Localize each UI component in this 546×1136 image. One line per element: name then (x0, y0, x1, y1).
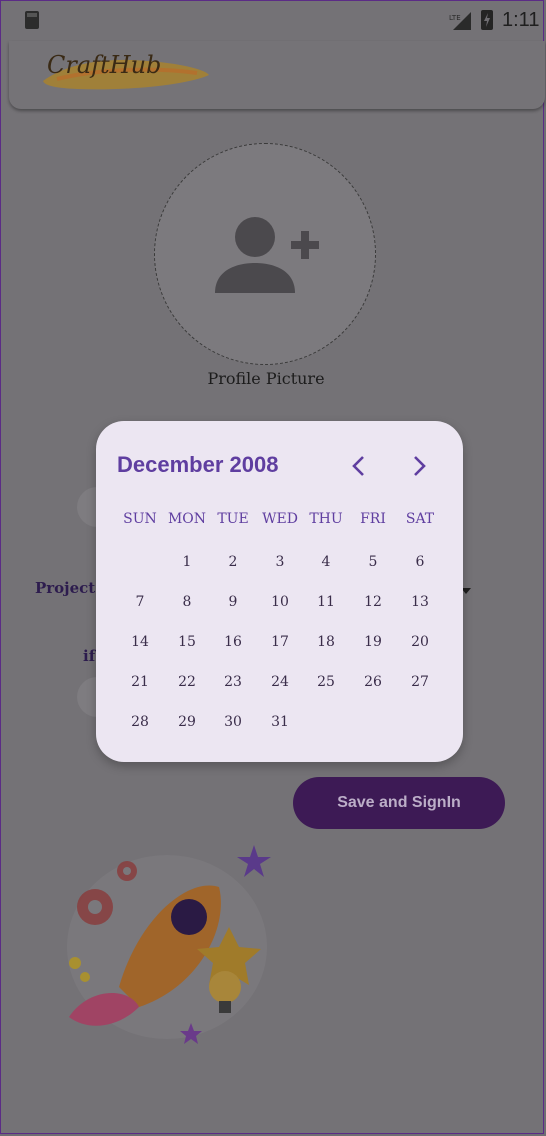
day-cell[interactable]: 28 (117, 709, 163, 735)
day-cell[interactable]: 13 (397, 589, 443, 615)
next-month-button[interactable] (404, 451, 434, 481)
day-cell[interactable]: 15 (164, 629, 210, 655)
day-grid: 1 2 3 4 5 6 7 8 9 10 11 12 13 14 15 16 1… (117, 549, 447, 749)
weekday-header: SUN MON TUE WED THU FRI SAT (117, 511, 447, 531)
lte-signal-icon: LTE (449, 12, 471, 30)
sd-card-icon (25, 11, 39, 29)
status-bar: LTE 1:11 (1, 1, 545, 41)
day-cell[interactable]: 17 (257, 629, 303, 655)
day-cell[interactable]: 3 (257, 549, 303, 575)
rocket-illustration (67, 845, 271, 1044)
day-cell[interactable]: 11 (303, 589, 349, 615)
day-cell[interactable]: 20 (397, 629, 443, 655)
day-cell[interactable]: 21 (117, 669, 163, 695)
day-cell[interactable]: 6 (397, 549, 443, 575)
svg-text:LTE: LTE (449, 14, 461, 22)
day-cell[interactable]: 30 (210, 709, 256, 735)
day-cell[interactable]: 25 (303, 669, 349, 695)
app-header: CraftHub (9, 41, 545, 109)
month-year-title: December 2008 (117, 452, 279, 477)
day-cell[interactable]: 1 (164, 549, 210, 575)
day-cell[interactable]: 10 (257, 589, 303, 615)
day-cell[interactable]: 18 (303, 629, 349, 655)
save-and-signin-button[interactable]: Save and SignIn (293, 777, 505, 829)
day-cell[interactable]: 4 (303, 549, 349, 575)
weekday-label: SUN (123, 511, 157, 527)
day-cell[interactable]: 31 (257, 709, 303, 735)
weekday-label: MON (167, 511, 207, 527)
weekday-label: THU (309, 511, 343, 527)
if-label: if (83, 647, 96, 665)
day-cell[interactable]: 24 (257, 669, 303, 695)
day-cell[interactable]: 14 (117, 629, 163, 655)
weekday-label: FRI (360, 511, 386, 527)
day-cell[interactable]: 2 (210, 549, 256, 575)
weekday-label: SAT (405, 511, 435, 527)
logo-text: CraftHub (47, 51, 162, 79)
day-cell[interactable]: 5 (350, 549, 396, 575)
app-screen: LTE 1:11 CraftHub Profile Picture Projec… (0, 0, 545, 1134)
battery-charging-icon (481, 10, 493, 30)
day-cell[interactable]: 8 (164, 589, 210, 615)
previous-month-button[interactable] (344, 451, 374, 481)
day-cell[interactable]: 9 (210, 589, 256, 615)
project-label: Project (35, 579, 96, 597)
date-picker-dialog: December 2008 SUN MON TUE WED THU FRI SA… (96, 421, 463, 762)
day-cell[interactable]: 16 (210, 629, 256, 655)
day-cell[interactable]: 27 (397, 669, 443, 695)
day-cell[interactable]: 19 (350, 629, 396, 655)
clock: 1:11 (502, 9, 540, 31)
profile-picture-label: Profile Picture (207, 369, 325, 388)
day-cell[interactable]: 7 (117, 589, 163, 615)
day-cell[interactable]: 26 (350, 669, 396, 695)
day-cell[interactable]: 12 (350, 589, 396, 615)
add-person-icon (215, 217, 319, 293)
weekday-label: WED (262, 511, 298, 527)
day-cell[interactable]: 22 (164, 669, 210, 695)
chevron-right-icon (414, 456, 426, 476)
weekday-label: TUE (217, 511, 249, 527)
chevron-left-icon (352, 456, 364, 476)
day-cell[interactable]: 23 (210, 669, 256, 695)
day-cell[interactable]: 29 (164, 709, 210, 735)
